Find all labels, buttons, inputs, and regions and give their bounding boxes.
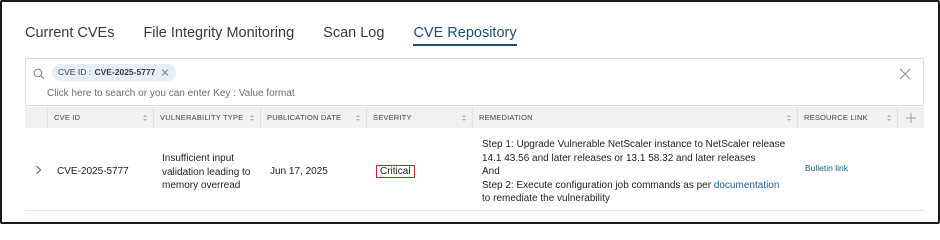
cve-id-cell: CVE-2025-5777 — [57, 166, 129, 177]
column-header-severity[interactable]: SEVERITY — [367, 107, 473, 128]
remove-filter-icon[interactable] — [160, 64, 170, 81]
column-header-label: SEVERITY — [373, 113, 412, 122]
remediation-text: Step 2: Execute configuration job comman… — [482, 179, 712, 191]
sort-icon[interactable] — [787, 114, 791, 122]
column-header-label: VULNERABILITY TYPE — [160, 113, 244, 122]
tab-file-integrity-monitoring[interactable]: File Integrity Monitoring — [143, 24, 294, 46]
filter-chip[interactable]: CVE ID : CVE-2025-5777 — [52, 64, 177, 81]
column-header-label: PUBLICATION DATE — [267, 113, 342, 122]
publication-date-cell: Jun 17, 2025 — [270, 166, 328, 177]
remediation-cell: Step 1: Upgrade Vulnerable NetScaler ins… — [482, 138, 785, 206]
tab-scan-log[interactable]: Scan Log — [323, 24, 384, 46]
filter-chip-value: CVE-2025-5777 — [94, 67, 156, 77]
remediation-line: to remediate the vulnerability — [482, 193, 610, 204]
column-header-publication-date[interactable]: PUBLICATION DATE — [261, 107, 367, 128]
column-header-label: CVE ID — [54, 113, 81, 122]
remediation-line: And — [482, 166, 500, 177]
column-header-label: REMEDIATION — [479, 113, 533, 122]
column-header-vulnerability-type[interactable]: VULNERABILITY TYPE — [154, 107, 261, 128]
filter-chip-key: CVE ID : — [58, 67, 92, 77]
close-icon[interactable] — [899, 68, 911, 80]
sort-icon[interactable] — [356, 114, 360, 122]
column-header-remediation[interactable]: REMEDIATION — [473, 107, 798, 128]
table-row[interactable]: CVE-2025-5777 Insufficient input validat… — [25, 128, 924, 211]
tab-cve-repository[interactable]: CVE Repository — [413, 24, 517, 46]
vulnerability-type-line: Insufficient input — [162, 153, 235, 164]
remediation-line: 14.1 43.56 and later releases or 13.1 58… — [482, 152, 756, 164]
column-header-cve-id[interactable]: CVE ID — [48, 107, 154, 128]
tab-bar: Current CVEs File Integrity Monitoring S… — [25, 24, 546, 46]
bulletin-link[interactable]: Bulletin link — [805, 163, 848, 173]
column-header-resource-link[interactable]: RESOURCE LINK — [798, 107, 898, 128]
sort-icon[interactable] — [462, 114, 466, 122]
search-hint[interactable]: Click here to search or you can enter Ke… — [47, 88, 295, 99]
vulnerability-type-cell: Insufficient input validation leading to… — [162, 152, 250, 193]
search-bar[interactable]: CVE ID : CVE-2025-5777 Click here to sea… — [25, 58, 924, 106]
documentation-link[interactable]: documentation — [714, 180, 780, 191]
add-column-button[interactable] — [898, 107, 924, 128]
table-header: CVE ID VULNERABILITY TYPE PUBLICATION DA… — [25, 107, 924, 128]
sort-icon[interactable] — [250, 114, 254, 122]
sort-icon[interactable] — [143, 114, 147, 122]
severity-cell: Critical — [376, 165, 415, 179]
resource-link-cell: Bulletin link — [805, 162, 848, 176]
severity-badge: Critical — [376, 165, 415, 178]
column-header-label: RESOURCE LINK — [804, 113, 868, 122]
remediation-line: Step 2: Execute configuration job comman… — [482, 179, 785, 193]
plus-icon — [906, 112, 916, 123]
vulnerability-type-line: memory overread — [162, 180, 241, 191]
sort-icon[interactable] — [887, 114, 891, 122]
chevron-right-icon[interactable] — [35, 165, 42, 175]
vulnerability-type-line: validation leading to — [162, 166, 251, 178]
expand-column-header — [25, 107, 48, 128]
search-icon — [33, 68, 45, 80]
remediation-line: Step 1: Upgrade Vulnerable NetScaler ins… — [482, 139, 786, 150]
tab-current-cves[interactable]: Current CVEs — [25, 24, 114, 46]
